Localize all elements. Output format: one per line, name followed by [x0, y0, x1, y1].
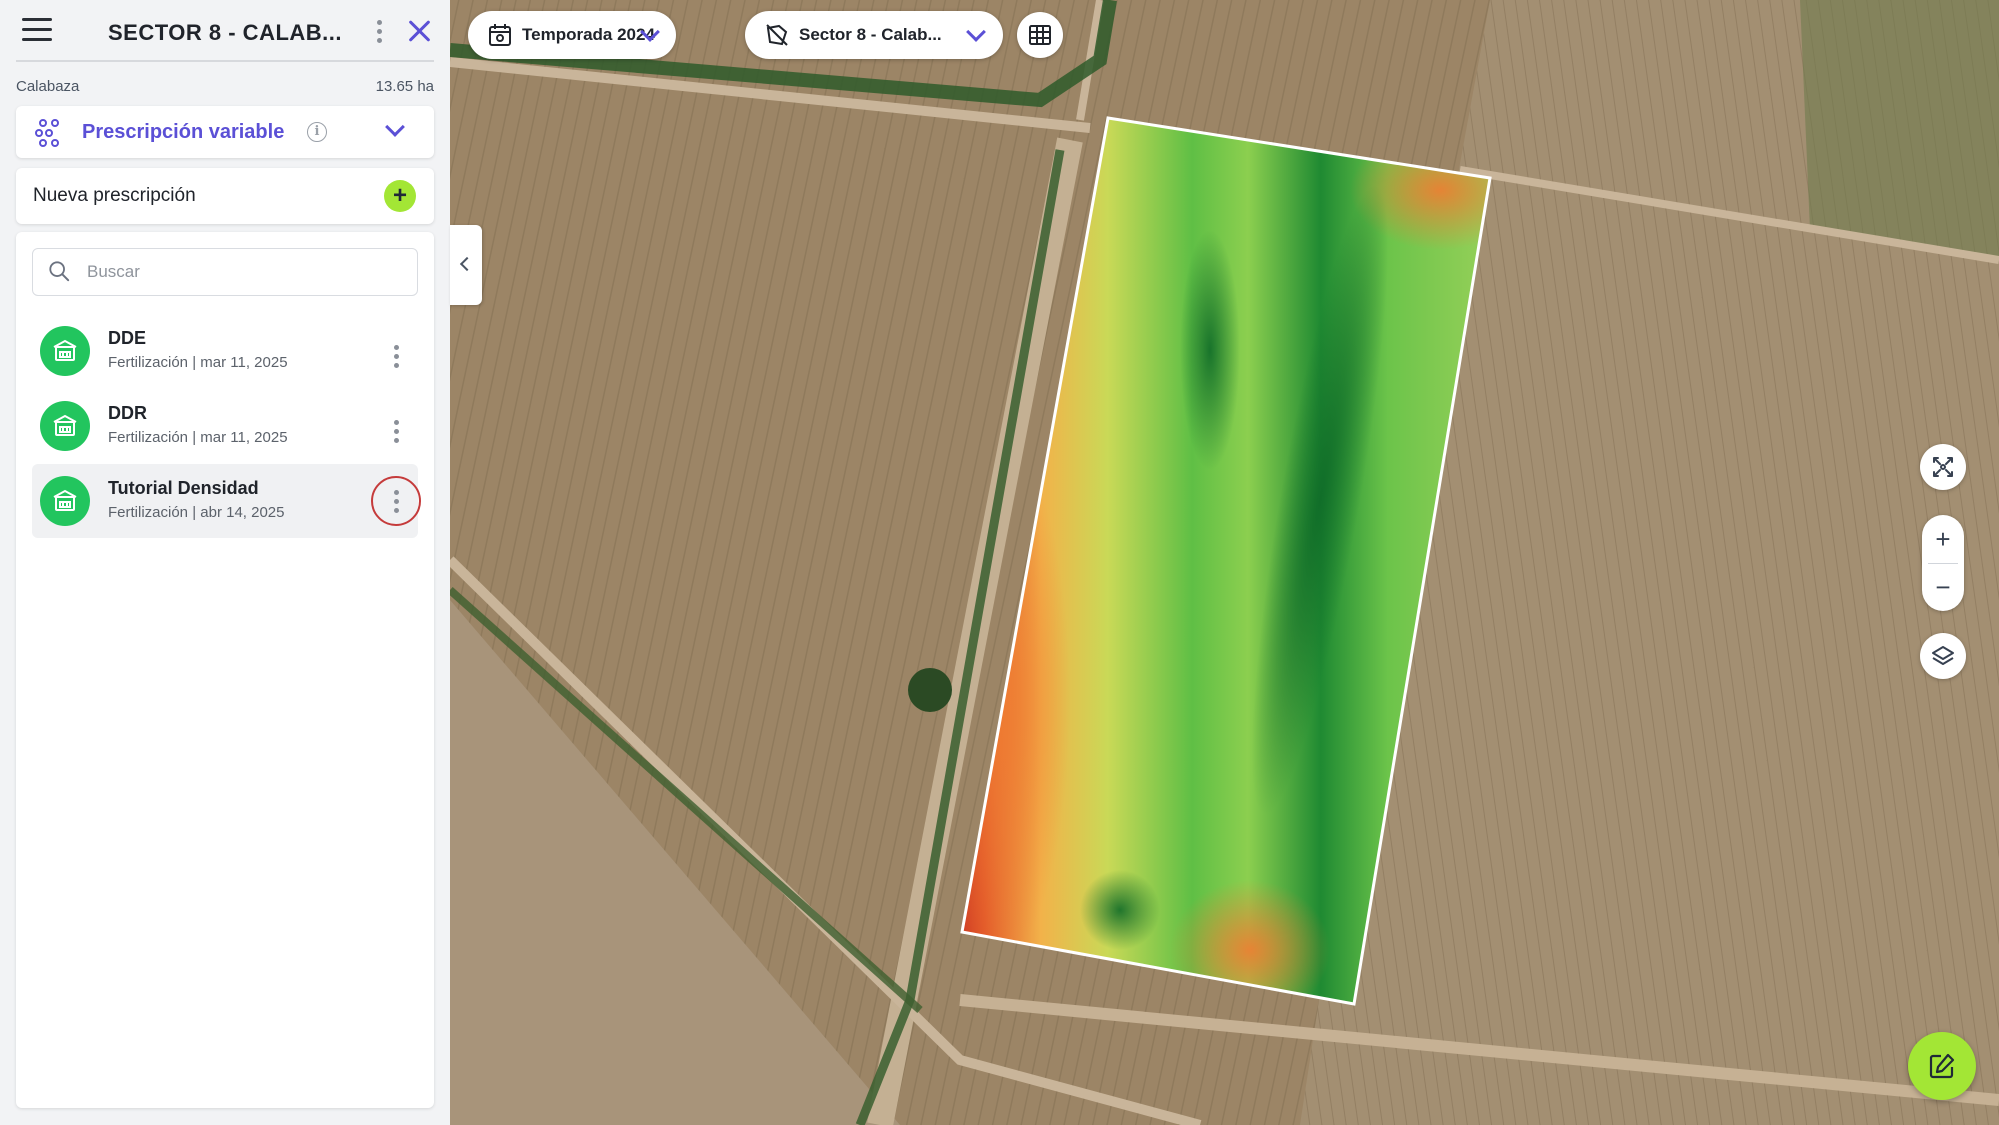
tractor-icon: [53, 414, 77, 436]
mode-label: Prescripción variable: [82, 121, 285, 143]
field-outline-icon: [766, 24, 788, 46]
avatar: [40, 476, 90, 526]
add-prescription-button[interactable]: +: [384, 180, 416, 212]
field-selector[interactable]: Sector 8 - Calab...: [745, 11, 1003, 59]
satellite-map[interactable]: Temporada 2024 Sector 8 - Calab... + −: [450, 0, 1999, 1125]
item-name: DDR: [108, 403, 147, 423]
close-icon[interactable]: [406, 18, 432, 44]
info-icon[interactable]: i: [307, 122, 327, 142]
search-box: [32, 248, 418, 296]
edit-button[interactable]: [1908, 1032, 1976, 1100]
table-view-button[interactable]: [1017, 12, 1063, 58]
list-item[interactable]: DDR Fertilización | mar 11, 2025: [32, 389, 418, 463]
zoom-divider: [1928, 563, 1958, 564]
season-selector[interactable]: Temporada 2024: [468, 11, 676, 59]
new-prescription-label: Nueva prescripción: [33, 185, 196, 206]
calendar-icon: [489, 24, 511, 46]
edit-icon: [1929, 1053, 1955, 1079]
layers-button[interactable]: [1920, 633, 1966, 679]
zoom-in-button[interactable]: +: [1922, 517, 1964, 563]
avatar: [40, 326, 90, 376]
mode-selector[interactable]: Prescripción variable i: [16, 106, 434, 158]
collapse-sidebar-button[interactable]: [450, 225, 482, 305]
item-subtitle: Fertilización | abr 14, 2025: [108, 504, 285, 521]
item-subtitle: Fertilización | mar 11, 2025: [108, 429, 288, 446]
item-more-button[interactable]: [371, 331, 421, 381]
item-subtitle: Fertilización | mar 11, 2025: [108, 354, 288, 371]
tractor-icon: [53, 489, 77, 511]
more-vertical-icon: [393, 419, 399, 443]
chevron-left-icon: [459, 256, 475, 272]
new-prescription-row: Nueva prescripción +: [16, 168, 434, 224]
map-imagery: [450, 0, 1999, 1125]
field-area: 13.65 ha: [375, 78, 434, 95]
prescription-list: DDE Fertilización | mar 11, 2025 DDR Fer…: [16, 232, 434, 1108]
season-label: Temporada 2024: [522, 25, 655, 44]
list-item[interactable]: DDE Fertilización | mar 11, 2025: [32, 314, 418, 388]
chevron-down-icon[interactable]: [385, 117, 405, 137]
more-vertical-icon[interactable]: [376, 20, 382, 43]
zoom-out-button[interactable]: −: [1922, 565, 1964, 611]
item-name: DDE: [108, 328, 147, 348]
search-icon: [49, 261, 70, 282]
menu-icon[interactable]: [22, 18, 52, 42]
avatar: [40, 401, 90, 451]
item-more-button[interactable]: [371, 406, 421, 456]
chevron-down-icon: [966, 22, 986, 42]
crop-name: Calabaza: [16, 78, 80, 95]
more-vertical-icon: [393, 344, 399, 368]
item-more-button[interactable]: [371, 476, 421, 526]
zoom-controls: + −: [1922, 515, 1964, 611]
prescription-nodes-icon: [35, 119, 59, 147]
fit-bounds-icon: [1933, 457, 1953, 477]
fit-bounds-button[interactable]: [1920, 444, 1966, 490]
layers-icon: [1932, 646, 1954, 665]
list-item[interactable]: Tutorial Densidad Fertilización | abr 14…: [32, 464, 421, 538]
crop-info: Calabaza 13.65 ha: [16, 78, 434, 95]
page-title: SECTOR 8 - CALAB...: [108, 20, 343, 45]
table-grid-icon: [1029, 25, 1051, 45]
tractor-icon: [53, 339, 77, 361]
search-input[interactable]: [87, 259, 397, 285]
more-vertical-icon: [393, 489, 399, 513]
item-name: Tutorial Densidad: [108, 478, 259, 498]
field-label: Sector 8 - Calab...: [799, 25, 942, 44]
sidebar-header: SECTOR 8 - CALAB...: [16, 0, 434, 62]
sidebar: SECTOR 8 - CALAB... Calabaza 13.65 ha Pr…: [0, 0, 450, 1125]
